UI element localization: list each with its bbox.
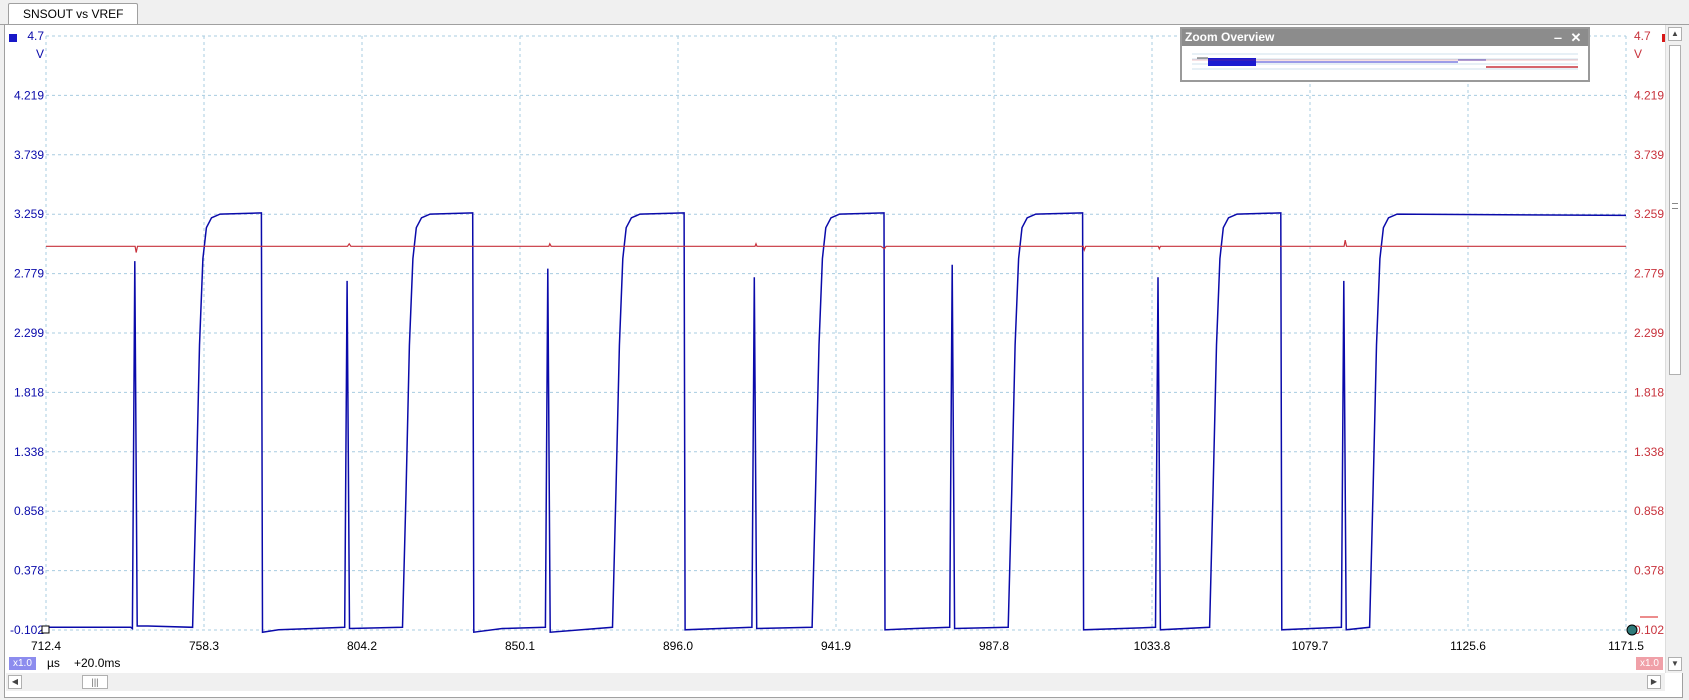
scroll-left-icon[interactable]: ◀ [8, 675, 22, 689]
y-tick-label-right: 4.7 [1634, 29, 1651, 43]
y-tick-label-left: 1.818 [14, 385, 44, 399]
scope-plot[interactable]: 4.7 4.219 3.739 3.259 2.779 2.299 1.818 1.338 0.… [0, 0, 1689, 700]
x-tick-label: 987.8 [979, 639, 1009, 653]
time-unit-label: µs [47, 656, 60, 670]
y-tick-label-left: 0.858 [14, 504, 44, 518]
horizontal-scroll-thumb[interactable]: ||| [82, 675, 108, 689]
minimize-icon[interactable]: ‒ [1550, 29, 1566, 46]
y-tick-label-left: 3.259 [14, 207, 44, 221]
x-tick-label: 1079.7 [1292, 639, 1329, 653]
y-tick-label-right: 1.818 [1634, 385, 1664, 399]
scroll-right-icon[interactable]: ▶ [1647, 675, 1661, 689]
zoom-overview-title: Zoom Overview [1182, 29, 1588, 46]
vertical-scrollbar[interactable]: ▲ ▼ [1665, 25, 1684, 673]
y-tick-label-right: 0.102 [1634, 623, 1664, 637]
y-tick-label-left: 1.338 [14, 445, 44, 459]
y-tick-label-right: 4.219 [1634, 88, 1664, 102]
horizontal-scrollbar[interactable]: ◀ ||| ▶ [6, 673, 1665, 691]
x-axis: 712.4 758.3 804.2 850.1 896.0 941.9 987.8 1033.… [31, 639, 1644, 653]
x-tick-label: 1171.5 [1608, 639, 1644, 653]
x-tick-label: 758.3 [189, 639, 219, 653]
scroll-down-icon[interactable]: ▼ [1668, 657, 1682, 671]
y-tick-label-left: 2.299 [14, 326, 44, 340]
left-offset-marker[interactable] [41, 625, 50, 634]
y-tick-label-left: 4.7 [27, 29, 44, 43]
y-unit-right: V [1634, 47, 1642, 61]
x-tick-label: 712.4 [31, 639, 61, 653]
x-tick-label: 850.1 [505, 639, 535, 653]
y-tick-label-right: 0.858 [1634, 504, 1664, 518]
left-scale-multiplier[interactable]: x1.0 [9, 657, 36, 670]
x-tick-label: 1125.6 [1450, 639, 1486, 653]
close-icon[interactable]: ✕ [1568, 29, 1584, 46]
right-offset-marker[interactable] [1626, 624, 1638, 636]
y-tick-label-right: 0.378 [1634, 564, 1664, 578]
y-tick-label-right: 2.299 [1634, 326, 1664, 340]
zoom-overview-selection[interactable] [1208, 58, 1256, 66]
y-tick-label-left: 2.779 [14, 267, 44, 281]
y-tick-label-left: -0.102 [10, 623, 44, 637]
y-tick-label-right: 3.739 [1634, 148, 1664, 162]
time-offset-label: +20.0ms [74, 656, 121, 670]
right-scale-multiplier[interactable]: x1.0 [1636, 657, 1663, 670]
vertical-scroll-thumb[interactable] [1669, 45, 1681, 375]
x-tick-label: 804.2 [347, 639, 377, 653]
zoom-overview-thumbnail[interactable] [1182, 46, 1588, 80]
y-tick-label-left: 3.739 [14, 148, 44, 162]
y-tick-label-right: 3.259 [1634, 207, 1664, 221]
scroll-up-icon[interactable]: ▲ [1668, 27, 1682, 41]
y-tick-label-right: 1.338 [1634, 445, 1664, 459]
y-axis-right: 4.7 4.219 3.739 3.259 2.779 2.299 1.818 1.338 0.… [1634, 29, 1664, 637]
y-unit-left: V [36, 47, 44, 61]
left-channel-marker[interactable] [9, 34, 17, 42]
y-axis-left: 4.7 4.219 3.739 3.259 2.779 2.299 1.818 1.338 0.… [10, 29, 44, 637]
zoom-overview-panel[interactable]: Zoom Overview ‒ ✕ [1180, 27, 1590, 82]
grid [45, 35, 1627, 631]
x-tick-label: 896.0 [663, 639, 693, 653]
y-tick-label-right: 2.779 [1634, 267, 1664, 281]
y-tick-label-left: 4.219 [14, 88, 44, 102]
grip-icon [1672, 203, 1678, 209]
y-tick-label-left: 0.378 [14, 564, 44, 578]
x-tick-label: 1033.8 [1134, 639, 1171, 653]
x-tick-label: 941.9 [821, 639, 851, 653]
